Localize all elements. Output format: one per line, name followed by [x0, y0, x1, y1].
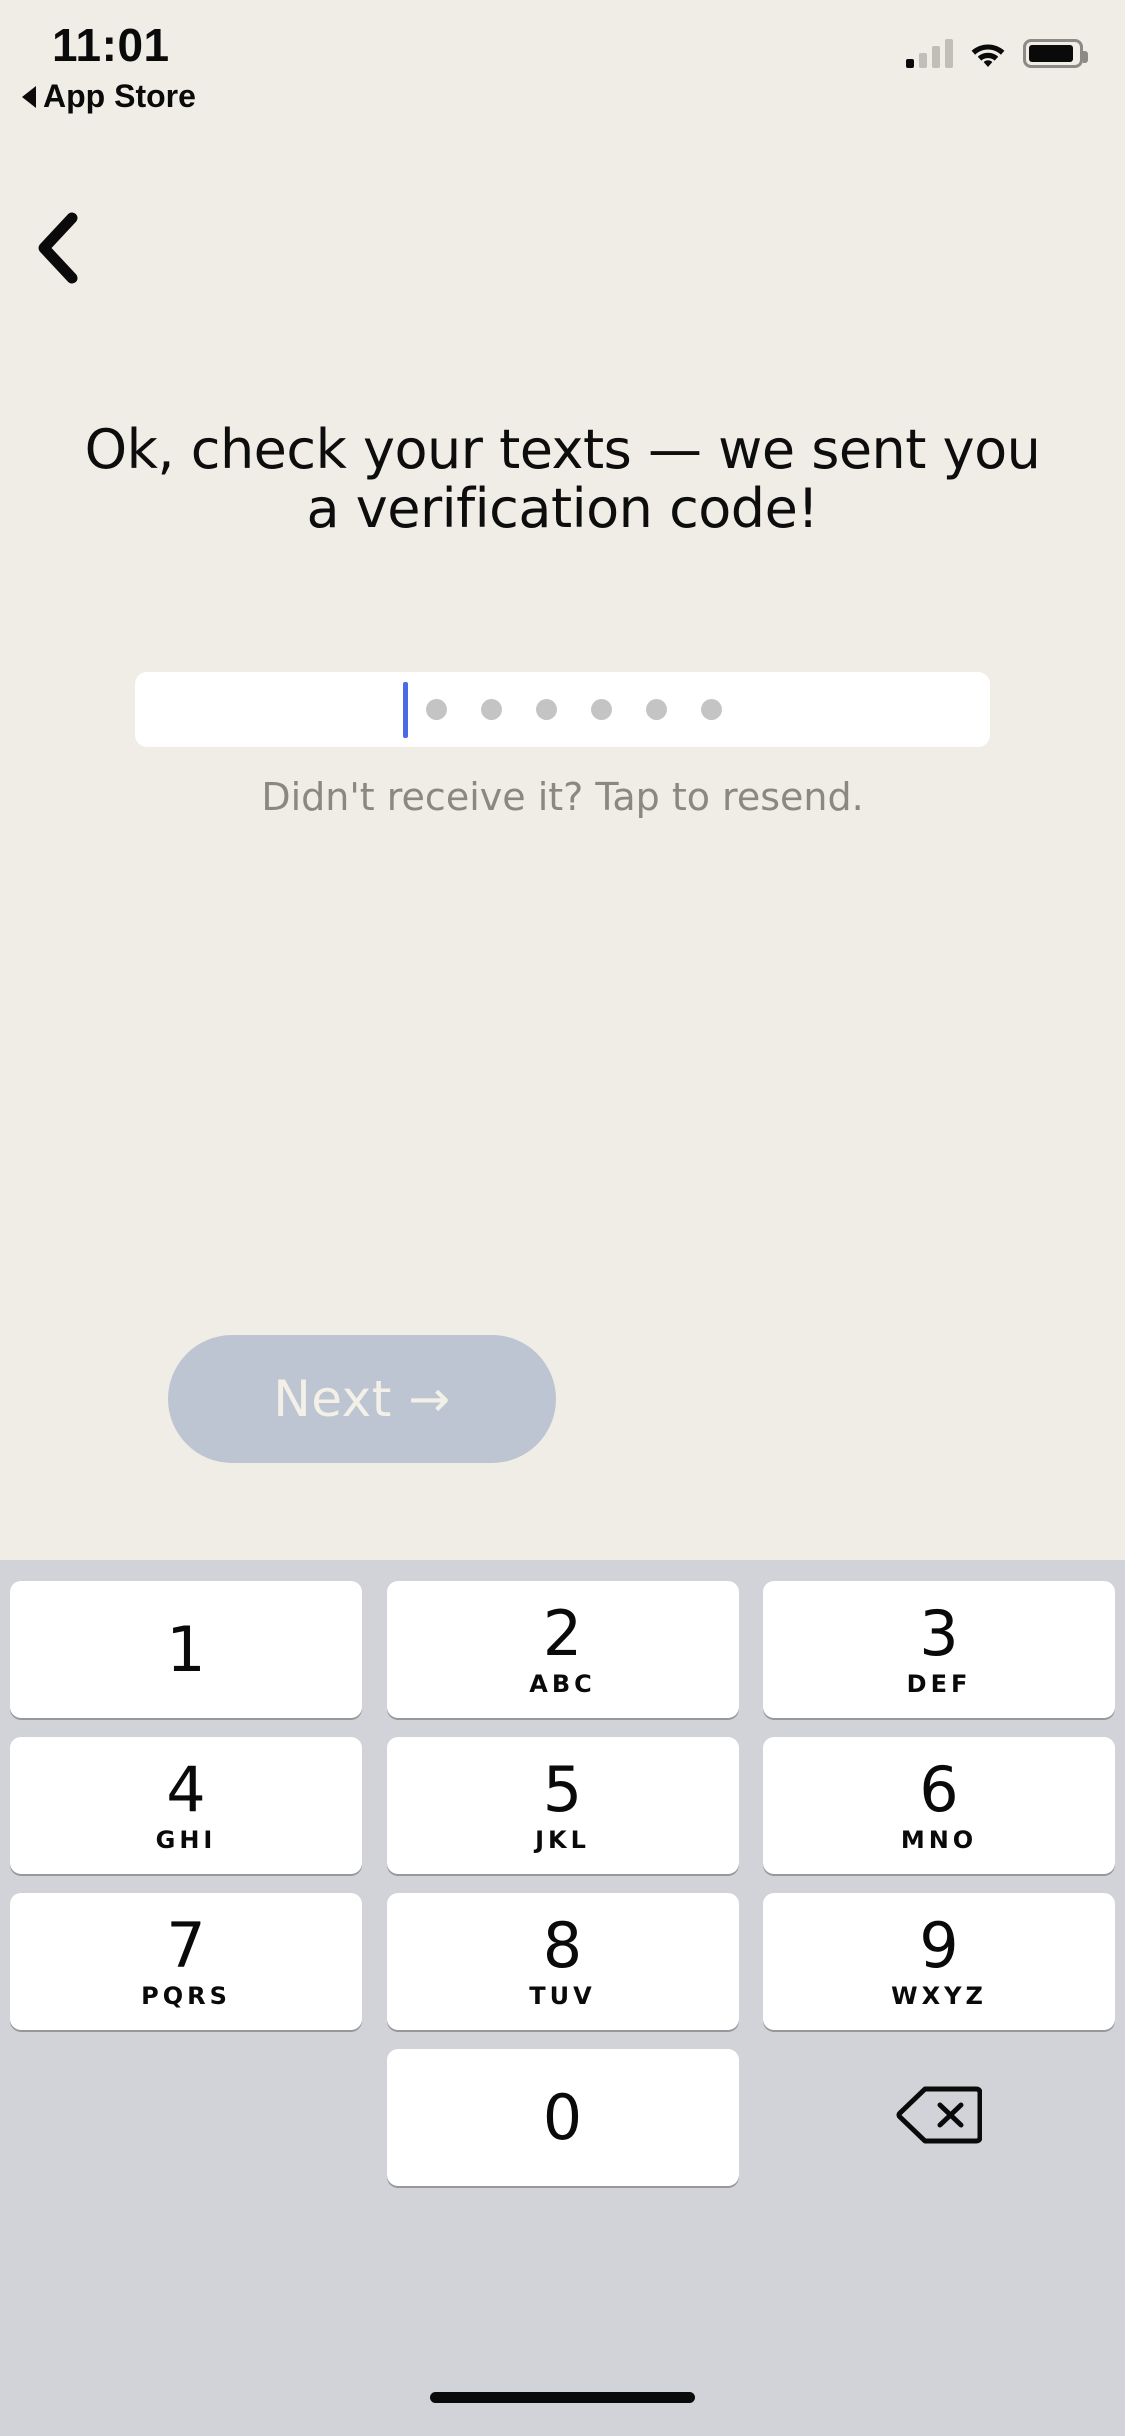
- numeric-keypad: 1 2 ABC 3 DEF 4 GHI 5 JKL 6 MNO 7 PQRS 8…: [0, 1560, 1125, 2436]
- key-digit: 3: [919, 1597, 959, 1670]
- key-digit: 4: [166, 1753, 206, 1826]
- code-dot: [536, 699, 557, 720]
- code-dot: [481, 699, 502, 720]
- cellular-signal-icon: [906, 38, 953, 68]
- key-9[interactable]: 9 WXYZ: [763, 1893, 1115, 2030]
- wifi-icon: [969, 38, 1007, 68]
- code-dot: [646, 699, 667, 720]
- key-letters: TUV: [529, 1982, 596, 2010]
- key-7[interactable]: 7 PQRS: [10, 1893, 362, 2030]
- keypad-empty-slot: [10, 2049, 362, 2186]
- key-letters: DEF: [906, 1670, 972, 1698]
- resend-code-link[interactable]: Didn't receive it? Tap to resend.: [0, 775, 1125, 819]
- key-digit: 0: [542, 2080, 583, 2154]
- status-bar-back-to-app[interactable]: App Store: [22, 78, 196, 115]
- keypad-row: 1 2 ABC 3 DEF: [0, 1581, 1125, 1718]
- key-letters: MNO: [900, 1826, 978, 1854]
- key-5[interactable]: 5 JKL: [386, 1737, 739, 1874]
- keypad-row: 0: [0, 2049, 1125, 2186]
- battery-icon: [1023, 39, 1088, 68]
- page-title: Ok, check your texts — we sent you a ver…: [84, 418, 1041, 541]
- key-letters: WXYZ: [891, 1982, 987, 2010]
- key-digit: 9: [919, 1909, 959, 1982]
- phone-screen: 11:01 App Store Ok, check your texts — w…: [0, 0, 1125, 2436]
- code-dot: [701, 699, 722, 720]
- key-6[interactable]: 6 MNO: [763, 1737, 1115, 1874]
- code-input-inner: [403, 681, 722, 738]
- key-3[interactable]: 3 DEF: [763, 1581, 1115, 1718]
- key-digit: 6: [919, 1753, 959, 1826]
- backspace-key[interactable]: [763, 2049, 1115, 2186]
- verification-code-input[interactable]: [135, 672, 990, 747]
- status-bar-time: 11:01: [52, 19, 170, 71]
- status-bar-indicators: [906, 28, 1088, 68]
- key-digit: 1: [166, 1612, 206, 1686]
- key-letters: JKL: [535, 1826, 590, 1854]
- text-caret: [403, 681, 408, 738]
- key-letters: GHI: [155, 1826, 217, 1854]
- key-letters: ABC: [529, 1670, 596, 1698]
- keypad-row: 7 PQRS 8 TUV 9 WXYZ: [0, 1893, 1125, 2030]
- next-button-label: Next →: [273, 1370, 451, 1428]
- key-digit: 7: [166, 1909, 206, 1982]
- code-dot: [591, 699, 612, 720]
- keypad-row: 4 GHI 5 JKL 6 MNO: [0, 1737, 1125, 1874]
- key-digit: 8: [542, 1909, 583, 1982]
- key-1[interactable]: 1: [10, 1581, 362, 1718]
- key-8[interactable]: 8 TUV: [386, 1893, 739, 2030]
- key-letters: PQRS: [141, 1982, 231, 2010]
- key-2[interactable]: 2 ABC: [386, 1581, 739, 1718]
- key-digit: 5: [542, 1753, 583, 1826]
- code-dot: [426, 699, 447, 720]
- status-bar: 11:01 App Store: [0, 0, 1125, 120]
- triangle-left-icon: [22, 85, 36, 108]
- key-0[interactable]: 0: [386, 2049, 739, 2186]
- chevron-left-icon: [34, 212, 80, 289]
- status-bar-back-app-label: App Store: [43, 78, 196, 114]
- key-digit: 2: [542, 1597, 583, 1670]
- home-indicator-bar: [430, 2392, 695, 2403]
- backspace-delete-icon: [896, 2084, 983, 2151]
- key-4[interactable]: 4 GHI: [10, 1737, 362, 1874]
- back-button[interactable]: [12, 205, 102, 295]
- next-button[interactable]: Next →: [168, 1335, 556, 1463]
- code-placeholder-dots: [426, 699, 722, 720]
